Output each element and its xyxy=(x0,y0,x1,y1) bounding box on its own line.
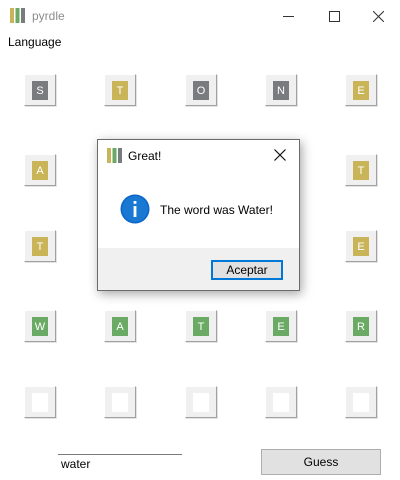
board-tile: N xyxy=(265,74,297,106)
tile-letter xyxy=(193,393,209,412)
tile-letter: O xyxy=(193,81,209,100)
window-titlebar[interactable]: pyrdle xyxy=(0,0,400,32)
dialog-title: Great! xyxy=(128,149,162,163)
close-icon xyxy=(372,10,384,22)
guess-input[interactable] xyxy=(58,454,182,472)
tile-letter xyxy=(32,393,48,412)
board-tile: E xyxy=(345,230,377,262)
board-tile: A xyxy=(104,310,136,342)
board-tile: E xyxy=(265,310,297,342)
tile-letter: N xyxy=(273,81,289,100)
board-tile: S xyxy=(24,74,56,106)
tile-letter: A xyxy=(32,161,48,180)
minimize-icon xyxy=(282,15,294,17)
tile-letter: S xyxy=(32,81,48,100)
menu-bar: Language xyxy=(0,33,400,53)
tile-letter: E xyxy=(273,317,289,336)
dialog-message: The word was Water! xyxy=(160,203,273,217)
guess-button[interactable]: Guess xyxy=(261,449,381,475)
board-tile xyxy=(265,386,297,418)
window-title: pyrdle xyxy=(32,9,65,23)
tile-letter: R xyxy=(353,317,369,336)
dialog-titlebar[interactable]: Great! xyxy=(98,140,299,170)
board-tile: T xyxy=(185,310,217,342)
tile-letter: T xyxy=(353,161,369,180)
tile-letter xyxy=(112,393,128,412)
board-tile: W xyxy=(24,310,56,342)
accept-button[interactable]: Aceptar xyxy=(211,260,283,280)
board-tile xyxy=(104,386,136,418)
close-button[interactable] xyxy=(356,0,400,32)
tile-letter: E xyxy=(353,81,369,100)
board-tile: O xyxy=(185,74,217,106)
board-tile xyxy=(345,386,377,418)
maximize-button[interactable] xyxy=(312,0,356,32)
tile-letter: T xyxy=(32,237,48,256)
dialog-footer: Aceptar xyxy=(98,248,299,290)
board-tile: A xyxy=(24,154,56,186)
board-tile xyxy=(24,386,56,418)
tile-letter: T xyxy=(112,81,128,100)
board-tile: T xyxy=(24,230,56,262)
tile-letter: W xyxy=(32,317,48,336)
board-tile: E xyxy=(345,74,377,106)
app-logo-icon xyxy=(107,148,122,163)
tile-letter: E xyxy=(353,237,369,256)
board-tile: T xyxy=(104,74,136,106)
minimize-button[interactable] xyxy=(266,0,310,32)
tile-letter: A xyxy=(112,317,128,336)
message-dialog: Great! The word was Water! Aceptar xyxy=(97,139,300,291)
tile-letter: T xyxy=(193,317,209,336)
dialog-body: The word was Water! xyxy=(98,170,299,248)
tile-letter xyxy=(353,393,369,412)
board-tile: R xyxy=(345,310,377,342)
app-logo-icon xyxy=(10,8,25,23)
maximize-icon xyxy=(328,10,340,22)
board-tile: T xyxy=(345,154,377,186)
board-tile xyxy=(185,386,217,418)
tile-letter xyxy=(273,393,289,412)
info-icon xyxy=(120,194,150,224)
menu-item-language[interactable]: Language xyxy=(8,35,61,49)
dialog-close-icon[interactable] xyxy=(273,148,287,162)
